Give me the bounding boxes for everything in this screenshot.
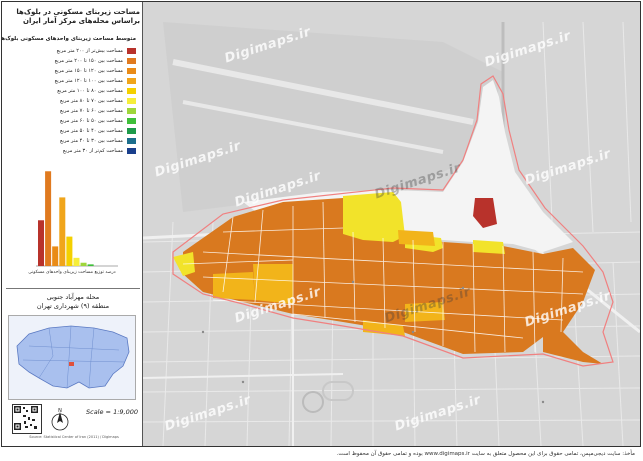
legend-label: مساحت بین ۷۰ تا ۸۰ متر مربع — [59, 97, 123, 104]
legend-swatch — [127, 77, 136, 84]
chart-bar-8 — [87, 264, 94, 266]
legend-item: مساحت بین ۸۰ تا ۱۰۰ متر مربع — [8, 86, 136, 95]
main-map-svg — [143, 2, 640, 446]
compass-icon: N — [46, 406, 74, 434]
legend-label: مساحت بیش‌تر از ۲۰۰ متر مربع — [56, 47, 123, 54]
legend-swatch — [127, 47, 136, 54]
svg-text:N: N — [58, 408, 62, 414]
legend-swatch — [127, 137, 136, 144]
qr-code-icon — [12, 404, 42, 434]
legend-swatch — [127, 117, 136, 124]
legend-label: مساحت بین ۳۰ تا ۴۰ متر مربع — [59, 137, 123, 144]
locator-map-svg — [16, 325, 130, 389]
distribution-chart — [8, 162, 136, 282]
legend-item: مساحت بیش‌تر از ۲۰۰ متر مربع — [8, 46, 136, 55]
locator-map — [8, 315, 136, 400]
legend-item: مساحت بین ۶۰ تا ۷۰ متر مربع — [8, 106, 136, 115]
chart-bar-2 — [45, 171, 52, 266]
legend-label: مساحت بین ۱۰۰ تا ۱۲۰ متر مربع — [54, 77, 123, 84]
legend-label: مساحت کم‌تر از ۳۰ متر مربع — [62, 147, 123, 154]
legend-panel: مساحت زیربنای مسکونی در بلوک‌ها براساس م… — [2, 2, 143, 446]
chart-bar-5 — [66, 236, 73, 266]
legend-item: مساحت بین ۷۰ تا ۸۰ متر مربع — [8, 96, 136, 105]
legend-swatch — [127, 67, 136, 74]
legend-item: مساحت بین ۵۰ تا ۶۰ متر مربع — [8, 116, 136, 125]
legend-item: مساحت بین ۱۲۰ تا ۱۵۰ متر مربع — [8, 66, 136, 75]
chart-bar-3 — [52, 246, 59, 266]
area-name: محله مهرآباد جنوبی — [46, 293, 100, 301]
legend-item: مساحت بین ۱۰۰ تا ۱۲۰ متر مربع — [8, 76, 136, 85]
chart-bar-7 — [80, 262, 87, 266]
divider-line — [6, 288, 140, 289]
title-line-2: براساس محله‌های مرکز آمار ایران — [23, 17, 140, 25]
legend-item: مساحت بین ۴۰ تا ۵۰ متر مربع — [8, 126, 136, 135]
chart-bar-1 — [38, 220, 45, 266]
legend-label: مساحت بین ۵۰ تا ۶۰ متر مربع — [59, 117, 123, 124]
bar-chart-svg — [36, 171, 118, 267]
region-name: منطقه (۹) شهرداری تهران — [36, 302, 110, 310]
legend-heading: متوسط مساحت زیربنای واحدهای مسکونی بلوک‌… — [2, 36, 136, 42]
legend-label: مساحت بین ۸۰ تا ۱۰۰ متر مربع — [57, 87, 123, 94]
legend-label: مساحت بین ۶۰ تا ۷۰ متر مربع — [59, 107, 123, 114]
chart-caption: درصد توزیع مساحت زیربنای واحدهای مسکونی — [28, 270, 116, 275]
title-line-1: مساحت زیربنای مسکونی در بلوک‌ها — [16, 8, 140, 16]
legend-item: مساحت کم‌تر از ۳۰ متر مربع — [8, 146, 136, 155]
legend-swatch — [127, 127, 136, 134]
legend-swatch — [127, 97, 136, 104]
scale-text: Scale = 1:9,000 — [86, 408, 138, 416]
legend-item: مساحت بین ۱۵۰ تا ۲۰۰ متر مربع — [8, 56, 136, 65]
legend-swatch — [127, 87, 136, 94]
chart-bar-6 — [73, 257, 80, 266]
map-title: مساحت زیربنای مسکونی در بلوک‌ها براساس م… — [6, 8, 140, 26]
chart-bar-4 — [59, 197, 66, 266]
legend-swatch — [127, 107, 136, 114]
main-map: Digimaps.ir Digimaps.ir Digimaps.ir Digi… — [143, 2, 640, 446]
footer-note: مأخذ: سایت دیجی‌مپس، تمامی حقوق برای این… — [336, 451, 635, 457]
legend-label: مساحت بین ۱۵۰ تا ۲۰۰ متر مربع — [54, 57, 123, 64]
legend-item: مساحت بین ۳۰ تا ۴۰ متر مربع — [8, 136, 136, 145]
locator-highlight — [69, 362, 74, 366]
legend-label: مساحت بین ۴۰ تا ۵۰ متر مربع — [59, 127, 123, 134]
legend-swatch — [127, 57, 136, 64]
legend-label: مساحت بین ۱۲۰ تا ۱۵۰ متر مربع — [54, 67, 123, 74]
source-credit: Source: Statistical Center of Iran (2011… — [29, 435, 119, 439]
legend-swatch — [127, 147, 136, 154]
